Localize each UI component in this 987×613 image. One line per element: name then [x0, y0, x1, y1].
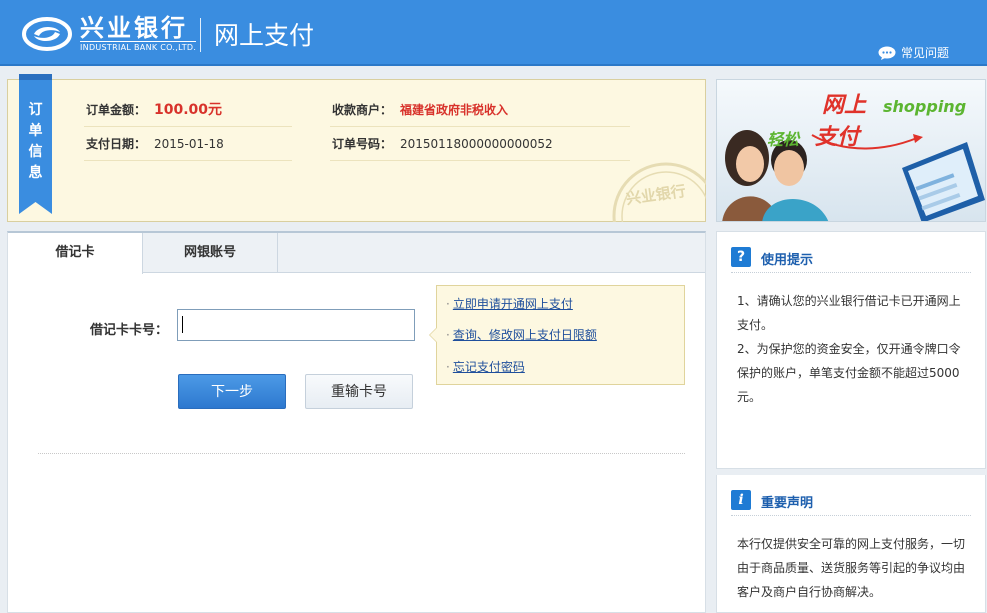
- bank-logo: 兴业银行 INDUSTRIAL BANK CO.,LTD.: [22, 14, 197, 54]
- order-merchant-label: 收款商户：: [332, 103, 393, 117]
- order-number-row: 订单号码： 20150118000000000052: [330, 131, 630, 161]
- order-amount-row: 订单金额： 100.00元: [84, 97, 292, 127]
- svg-text:网上: 网上: [822, 93, 867, 118]
- order-info-panel: 订 单 信 息 订单金额： 100.00元 收款商户： 福建省政府非税收入 支付…: [7, 74, 706, 222]
- svg-text:shopping: shopping: [883, 97, 966, 116]
- question-icon: ?: [731, 247, 751, 267]
- important-notice-panel: i 重要声明 本行仅提供安全可靠的网上支付服务，一切由于商品质量、送货服务等引起…: [716, 475, 986, 613]
- order-merchant-row: 收款商户： 福建省政府非税收入: [330, 97, 630, 127]
- card-number-label: 借记卡卡号：: [90, 323, 169, 338]
- header-bar: 兴业银行 INDUSTRIAL BANK CO.,LTD. 网上支付 常见问题: [0, 0, 987, 66]
- usage-tips-body: 1、请确认您的兴业银行借记卡已开通网上支付。 2、为保护您的资金安全，仅开通令牌…: [737, 294, 961, 404]
- order-date-value: 2015-01-18: [154, 137, 224, 151]
- order-amount-label: 订单金额：: [86, 103, 147, 117]
- payment-panel: 借记卡 网银账号 借记卡卡号： 下一步 重输卡号 · 立即申请开通网上支付 · 查询…: [7, 231, 706, 613]
- header-divider: [200, 18, 201, 52]
- page-title: 网上支付: [214, 21, 315, 50]
- popover-arrow: [429, 327, 437, 343]
- order-amount-value: 100.00元: [154, 102, 223, 118]
- tab-bar: 借记卡 网银账号: [8, 233, 705, 274]
- order-date-label: 支付日期：: [86, 137, 147, 151]
- order-info-ribbon-text: 订 单 信 息: [28, 102, 43, 181]
- order-merchant-value: 福建省政府非税收入: [400, 103, 509, 117]
- industrial-bank-logo-icon: [22, 17, 72, 51]
- order-number-value: 20150118000000000052: [400, 137, 553, 151]
- card-number-input[interactable]: [177, 309, 415, 341]
- section-divider: [38, 453, 685, 454]
- important-notice-header: i 重要声明: [731, 490, 971, 516]
- logo-english-name: INDUSTRIAL BANK CO.,LTD.: [80, 41, 197, 52]
- usage-tips-panel: ? 使用提示 1、请确认您的兴业银行借记卡已开通网上支付。 2、为保护您的资金安…: [716, 231, 986, 469]
- order-number-label: 订单号码：: [332, 137, 393, 151]
- order-date-row: 支付日期： 2015-01-18: [84, 131, 292, 161]
- next-step-button[interactable]: 下一步: [178, 374, 286, 409]
- promo-illustration: 网上 shopping 轻松 支付: [717, 80, 985, 221]
- tab-online-banking-account[interactable]: 网银账号: [143, 233, 278, 273]
- usage-tips-title: 使用提示: [761, 253, 814, 268]
- promo-banner: 网上 shopping 轻松 支付: [716, 79, 986, 222]
- info-icon: i: [731, 490, 751, 510]
- svg-text:轻松: 轻松: [767, 130, 801, 149]
- tab-debit-card[interactable]: 借记卡: [8, 233, 143, 274]
- bank-watermark-stamp: 兴业银行: [612, 162, 706, 222]
- forgot-password-link[interactable]: · 忘记支付密码: [446, 358, 525, 375]
- chat-bubble-icon: [878, 46, 896, 60]
- faq-label: 常见问题: [901, 46, 950, 60]
- text-cursor: [182, 316, 183, 333]
- reset-card-button[interactable]: 重输卡号: [305, 374, 413, 409]
- logo-chinese-name: 兴业银行: [80, 14, 188, 42]
- important-notice-body: 本行仅提供安全可靠的网上支付服务，一切由于商品质量、送货服务等引起的争议均由客户…: [737, 537, 966, 599]
- help-links-popover: · 立即申请开通网上支付 · 查询、修改网上支付日限额 · 忘记支付密码: [429, 285, 685, 385]
- important-notice-title: 重要声明: [761, 496, 814, 511]
- usage-tips-header: ? 使用提示: [731, 247, 971, 273]
- apply-online-payment-link[interactable]: · 立即申请开通网上支付: [446, 295, 573, 312]
- faq-link[interactable]: 常见问题: [878, 44, 949, 61]
- svg-text:支付: 支付: [815, 125, 862, 150]
- daily-limit-link[interactable]: · 查询、修改网上支付日限额: [446, 326, 597, 343]
